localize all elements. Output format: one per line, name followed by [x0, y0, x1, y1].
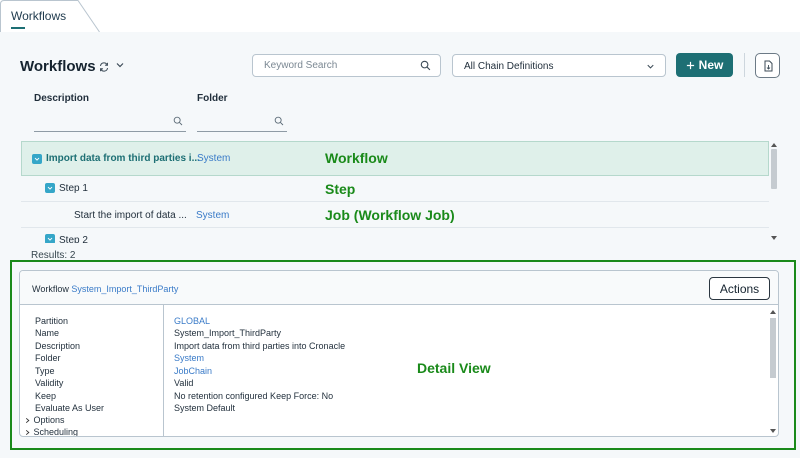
row-folder-link[interactable]: System	[196, 210, 229, 221]
chevron-right-icon	[25, 418, 30, 424]
detail-key-name: Name	[35, 328, 60, 338]
keyword-search-input[interactable]	[264, 60, 414, 71]
detail-value-folder-link[interactable]: System	[174, 353, 204, 363]
grid-scrollbar-thumb[interactable]	[771, 149, 777, 189]
toolbar-divider	[744, 53, 745, 77]
detail-key-type: Type	[35, 366, 55, 376]
row-description: Step 1	[59, 183, 88, 194]
chain-select-value: All Chain Definitions	[464, 61, 554, 72]
scroll-down-icon[interactable]	[770, 429, 776, 433]
new-button-label: New	[698, 58, 724, 72]
options-section-label: Options	[33, 415, 65, 425]
column-header-description[interactable]: Description	[34, 93, 89, 104]
detail-header: Workflow System_Import_ThirdParty Action…	[20, 271, 778, 305]
annotation-job: Job (Workflow Job)	[325, 207, 455, 223]
document-export-icon	[764, 60, 772, 71]
tab-bar: Workflows	[0, 0, 800, 32]
detail-name-link[interactable]: System_Import_ThirdParty	[71, 284, 178, 294]
export-button[interactable]	[755, 53, 780, 78]
refresh-icon[interactable]	[98, 61, 110, 73]
detail-value-type-link[interactable]: JobChain	[174, 366, 212, 376]
row-folder-link[interactable]: System	[197, 153, 230, 164]
detail-value-keep: No retention configured Keep Force: No	[174, 391, 334, 401]
expand-checkbox[interactable]	[45, 183, 55, 193]
chevron-right-icon	[25, 430, 30, 436]
new-button[interactable]: New	[676, 53, 733, 77]
detail-value-description: Import data from third parties into Cron…	[174, 341, 346, 351]
row-description: Import data from third parties i...	[46, 153, 200, 164]
detail-prefix: Workflow	[32, 284, 69, 294]
table-row-step[interactable]: Step 2	[21, 228, 769, 243]
expand-checkbox[interactable]	[32, 154, 42, 164]
search-icon	[274, 116, 284, 126]
detail-key-keep: Keep	[35, 391, 57, 401]
search-icon	[173, 116, 183, 126]
detail-value-partition-link[interactable]: GLOBAL	[174, 316, 210, 326]
annotation-workflow: Workflow	[325, 150, 388, 166]
actions-button[interactable]: Actions	[709, 277, 770, 300]
row-description: Step 2	[59, 235, 88, 243]
scroll-down-icon[interactable]	[771, 236, 777, 240]
chevron-down-icon	[47, 237, 53, 241]
detail-key-description: Description	[35, 341, 81, 351]
keyword-search-box[interactable]	[252, 54, 441, 77]
search-icon[interactable]	[420, 60, 431, 71]
tab-active-indicator	[11, 27, 25, 29]
folder-filter[interactable]	[197, 110, 287, 132]
expand-checkbox[interactable]	[45, 234, 55, 243]
detail-view: Workflow System_Import_ThirdParty Action…	[19, 270, 779, 437]
scroll-up-icon[interactable]	[771, 143, 777, 147]
detail-key-validity: Validity	[35, 378, 64, 388]
chevron-down-icon	[647, 64, 654, 69]
detail-key-evaluate-as-user: Evaluate As User	[35, 403, 105, 413]
tab-workflows[interactable]: Workflows	[0, 0, 100, 32]
description-filter[interactable]	[34, 110, 186, 132]
table-row-workflow[interactable]: Import data from third parties i... Syst…	[21, 141, 769, 176]
detail-title: Workflow System_Import_ThirdParty	[32, 284, 178, 294]
chevron-down-icon[interactable]	[114, 59, 126, 71]
table-row-step[interactable]: Step 1	[21, 176, 769, 202]
annotation-step: Step	[325, 181, 356, 197]
plus-icon	[686, 61, 694, 69]
chain-definition-select[interactable]: All Chain Definitions	[452, 54, 666, 77]
tab-label: Workflows	[11, 9, 67, 23]
chevron-down-icon	[47, 186, 53, 190]
detail-key-folder: Folder	[35, 353, 61, 363]
chevron-down-icon	[34, 157, 40, 161]
column-header-folder[interactable]: Folder	[197, 93, 228, 104]
detail-value-evaluate-as-user: System Default	[174, 403, 236, 413]
detail-key-partition: Partition	[35, 316, 69, 326]
workflow-grid: Import data from third parties i... Syst…	[21, 141, 769, 243]
scheduling-section-toggle[interactable]: Scheduling	[24, 427, 79, 437]
detail-value-validity: Valid	[174, 378, 194, 388]
detail-scrollbar-thumb[interactable]	[770, 318, 776, 378]
annotation-detail-view: Detail View	[417, 360, 491, 376]
scroll-up-icon[interactable]	[770, 310, 776, 314]
scheduling-section-label: Scheduling	[33, 427, 79, 437]
row-description: Start the import of data ...	[74, 210, 187, 221]
page-title: Workflows	[20, 58, 96, 75]
options-section-toggle[interactable]: Options	[24, 415, 65, 425]
detail-value-name: System_Import_ThirdParty	[174, 328, 282, 338]
